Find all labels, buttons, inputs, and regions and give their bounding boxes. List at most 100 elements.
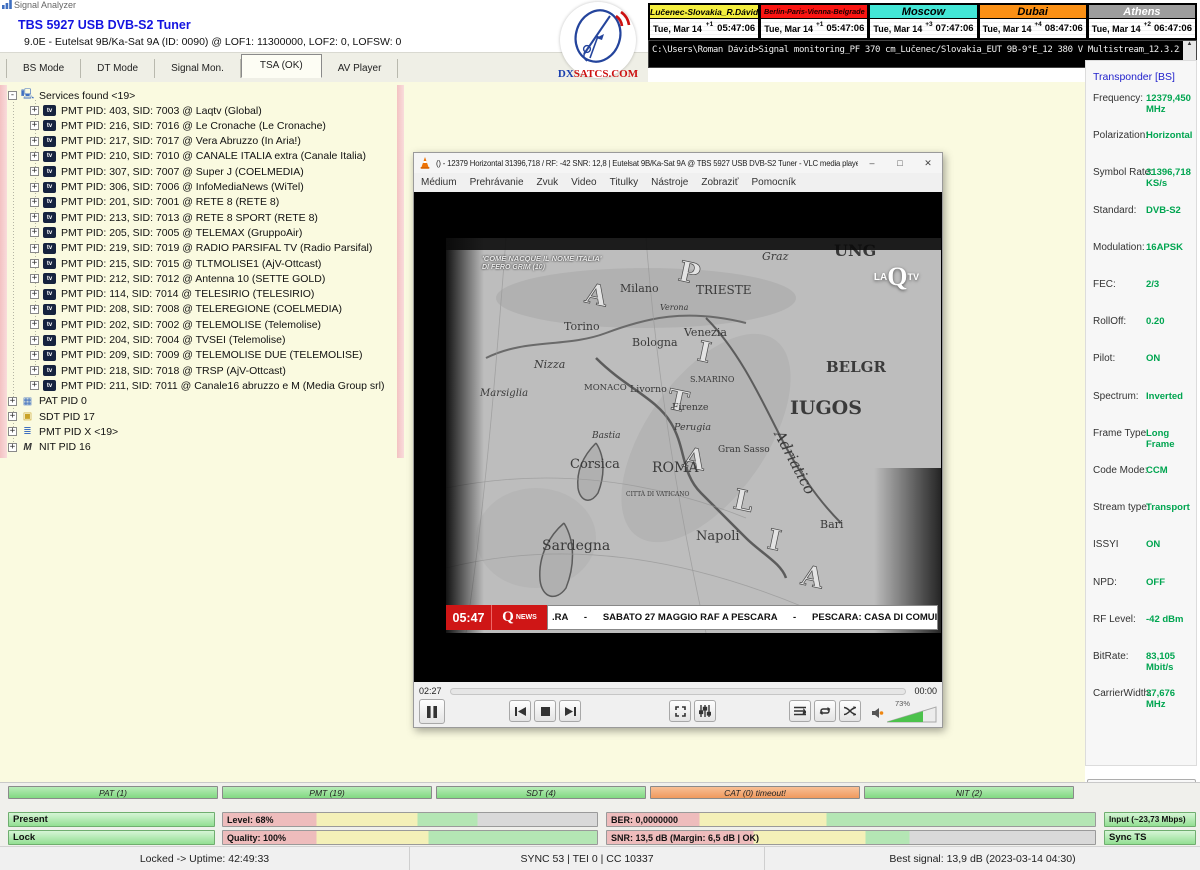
menu-pomocn-k[interactable]: Pomocník — [751, 177, 795, 188]
lock-indicator: Lock — [8, 830, 215, 845]
expand-icon[interactable]: + — [30, 366, 39, 375]
vlc-video-area[interactable]: PAITALIA UNGGrazTRIESTEMilanoTorinoVeron… — [414, 192, 942, 682]
vlc-cone-icon — [418, 156, 432, 170]
expand-icon[interactable]: + — [30, 259, 39, 268]
tree-item[interactable]: +tvPMT PID: 201, SID: 7001 @ RETE 8 (RET… — [30, 195, 279, 210]
expand-icon[interactable]: + — [8, 443, 17, 452]
transponder-row-label: Symbol Rate: — [1093, 167, 1153, 178]
tree-item-label: PMT PID: 210, SID: 7010 @ CANALE ITALIA … — [61, 150, 366, 162]
expand-icon[interactable]: + — [30, 274, 39, 283]
tree-item[interactable]: +tvPMT PID: 208, SID: 7008 @ TELEREGIONE… — [30, 302, 342, 317]
maximize-icon[interactable]: □ — [886, 158, 914, 168]
tree-item[interactable]: +tvPMT PID: 202, SID: 7002 @ TELEMOLISE … — [30, 317, 321, 332]
expand-icon[interactable]: + — [30, 320, 39, 329]
stop-button[interactable] — [534, 700, 556, 722]
expand-icon[interactable]: + — [30, 106, 39, 115]
expand-icon[interactable]: + — [30, 121, 39, 130]
tree-scrollbar-right[interactable] — [397, 85, 404, 458]
tree-item[interactable]: +tvPMT PID: 211, SID: 7011 @ Canale16 ab… — [30, 378, 384, 393]
tree-item[interactable]: +tvPMT PID: 209, SID: 7009 @ TELEMOLISE … — [30, 348, 362, 363]
tree-item[interactable]: +tvPMT PID: 205, SID: 7005 @ TELEMAX (Gr… — [30, 225, 302, 240]
tree-item[interactable]: -🖳Services found <19> — [8, 88, 135, 103]
input-rate-indicator: Input (~23,73 Mbps) — [1104, 812, 1196, 827]
tab-tsa-ok-[interactable]: TSA (OK) — [241, 54, 322, 78]
seek-slider[interactable] — [450, 688, 907, 695]
transponder-row-label: Modulation: — [1093, 242, 1145, 253]
menu-zobrazi-[interactable]: Zobraziť — [701, 177, 738, 188]
expand-icon[interactable]: + — [30, 228, 39, 237]
expand-icon[interactable]: + — [8, 427, 17, 436]
expand-icon[interactable]: + — [30, 244, 39, 253]
tree-item[interactable]: +tvPMT PID: 210, SID: 7010 @ CANALE ITAL… — [30, 149, 366, 164]
previous-button[interactable] — [509, 700, 531, 722]
expand-icon[interactable]: + — [30, 305, 39, 314]
tree-scrollbar-left[interactable] — [0, 85, 7, 458]
menu-zvuk[interactable]: Zvuk — [537, 177, 559, 188]
expand-icon[interactable]: + — [30, 351, 39, 360]
collapse-icon[interactable]: - — [8, 91, 17, 100]
clock-time-row: Tue, Mar 14+307:47:06 — [870, 19, 976, 38]
expand-icon[interactable]: + — [30, 381, 39, 390]
expand-icon[interactable]: + — [30, 137, 39, 146]
tree-item[interactable]: +▣SDT PID 17 — [8, 409, 95, 424]
menu-video[interactable]: Video — [571, 177, 596, 188]
expand-icon[interactable]: + — [8, 412, 17, 421]
tree-item[interactable]: +tvPMT PID: 403, SID: 7003 @ Laqtv (Glob… — [30, 103, 262, 118]
next-button[interactable] — [559, 700, 581, 722]
equalizer-button[interactable] — [694, 700, 716, 722]
menu-n-stroje[interactable]: Nástroje — [651, 177, 688, 188]
tree-item[interactable]: +▦PAT PID 0 — [8, 394, 87, 409]
equalizer-icon — [699, 705, 711, 717]
tree-item-label: PMT PID: 219, SID: 7019 @ RADIO PARSIFAL… — [61, 242, 372, 254]
tree-item[interactable]: +tvPMT PID: 216, SID: 7016 @ Le Cronache… — [30, 118, 326, 133]
tab-signal-mon-[interactable]: Signal Mon. — [155, 59, 241, 78]
tree-item[interactable]: +tvPMT PID: 215, SID: 7015 @ TLTMOLISE1 … — [30, 256, 321, 271]
transponder-row-value: 0.20 — [1146, 316, 1165, 327]
menu-titulky[interactable]: Titulky — [610, 177, 639, 188]
expand-icon[interactable]: + — [30, 183, 39, 192]
expand-icon[interactable]: + — [8, 397, 17, 406]
tree-item[interactable]: +tvPMT PID: 307, SID: 7007 @ Super J (CO… — [30, 164, 304, 179]
expand-icon[interactable]: + — [30, 290, 39, 299]
expand-icon[interactable]: + — [30, 198, 39, 207]
shuffle-button[interactable] — [839, 700, 861, 722]
clock-time-row: Tue, Mar 14+408:47:06 — [980, 19, 1086, 38]
expand-icon[interactable]: + — [30, 152, 39, 161]
tv-icon: tv — [43, 319, 56, 330]
expand-icon[interactable]: + — [30, 336, 39, 345]
menu-prehr-vanie[interactable]: Prehrávanie — [470, 177, 524, 188]
tab-av-player[interactable]: AV Player — [322, 59, 399, 78]
tree-item-label: PMT PID: 218, SID: 7018 @ TRSP (AjV-Ottc… — [61, 365, 286, 377]
tree-item[interactable]: +tvPMT PID: 114, SID: 7014 @ TELESIRIO (… — [30, 287, 314, 302]
clock-time: 05:47:06 — [826, 23, 864, 34]
tree-item[interactable]: +tvPMT PID: 204, SID: 7004 @ TVSEI (Tele… — [30, 333, 285, 348]
tree-item[interactable]: +tvPMT PID: 218, SID: 7018 @ TRSP (AjV-O… — [30, 363, 286, 378]
minimize-icon[interactable]: – — [858, 158, 886, 168]
close-icon[interactable]: ✕ — [914, 158, 942, 169]
tab-dt-mode[interactable]: DT Mode — [81, 59, 155, 78]
menu-m-dium[interactable]: Médium — [421, 177, 457, 188]
loop-button[interactable] — [814, 700, 836, 722]
vlc-titlebar[interactable]: () - 12379 Horizontal 31396,718 / RF: -4… — [414, 153, 942, 173]
playlist-button[interactable] — [789, 700, 811, 722]
scroll-up-icon[interactable]: ▲ — [1187, 41, 1193, 47]
logo-rest: SATCS.COM — [574, 68, 638, 80]
pause-button[interactable] — [419, 699, 445, 724]
tree-item[interactable]: +tvPMT PID: 217, SID: 7017 @ Vera Abruzz… — [30, 134, 301, 149]
tree-item[interactable]: +tvPMT PID: 212, SID: 7012 @ Antenna 10 … — [30, 271, 325, 286]
tree-item[interactable]: +tvPMT PID: 306, SID: 7006 @ InfoMediaNe… — [30, 180, 304, 195]
tree-item[interactable]: +tvPMT PID: 213, SID: 7013 @ RETE 8 SPOR… — [30, 210, 318, 225]
fullscreen-button[interactable] — [669, 700, 691, 722]
volume-icon[interactable] — [872, 707, 884, 719]
tree-item[interactable]: +tvPMT PID: 219, SID: 7019 @ RADIO PARSI… — [30, 241, 372, 256]
tab-bs-mode[interactable]: BS Mode — [6, 59, 81, 78]
level-bar: Level: 68% — [222, 812, 598, 827]
map-label: Bari — [820, 518, 844, 531]
tree-item[interactable]: +MNIT PID 16 — [8, 440, 91, 455]
tree-item[interactable]: +≣PMT PID X <19> — [8, 424, 118, 439]
expand-icon[interactable]: + — [30, 213, 39, 222]
volume-slider[interactable] — [887, 706, 937, 723]
tv-icon: tv — [43, 120, 56, 131]
expand-icon[interactable]: + — [30, 167, 39, 176]
transponder-row-value: DVB-S2 — [1146, 205, 1181, 216]
